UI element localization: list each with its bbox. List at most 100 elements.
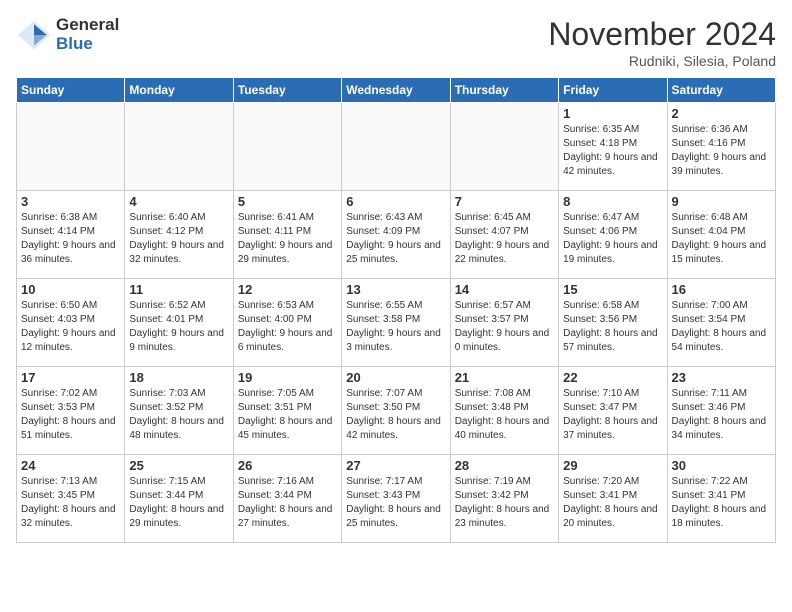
day-cell: 6 Sunrise: 6:43 AMSunset: 4:09 PMDaylight… <box>342 191 450 279</box>
header-thursday: Thursday <box>450 78 558 103</box>
day-info: Sunrise: 7:02 AMSunset: 3:53 PMDaylight:… <box>21 387 120 443</box>
logo-blue-text: Blue <box>56 35 119 54</box>
day-number: 29 <box>563 458 662 473</box>
day-number: 14 <box>455 282 554 297</box>
logo-text: General Blue <box>56 16 119 53</box>
day-info: Sunrise: 7:10 AMSunset: 3:47 PMDaylight:… <box>563 387 662 443</box>
day-cell: 28 Sunrise: 7:19 AMSunset: 3:42 PMDayligh… <box>450 455 558 543</box>
day-number: 12 <box>238 282 337 297</box>
day-info: Sunrise: 6:36 AMSunset: 4:16 PMDaylight:… <box>672 123 771 179</box>
day-info: Sunrise: 7:16 AMSunset: 3:44 PMDaylight:… <box>238 475 337 531</box>
day-cell: 9 Sunrise: 6:48 AMSunset: 4:04 PMDaylight… <box>667 191 775 279</box>
day-cell: 21 Sunrise: 7:08 AMSunset: 3:48 PMDayligh… <box>450 367 558 455</box>
day-cell: 5 Sunrise: 6:41 AMSunset: 4:11 PMDaylight… <box>233 191 341 279</box>
day-info: Sunrise: 6:43 AMSunset: 4:09 PMDaylight:… <box>346 211 445 267</box>
day-info: Sunrise: 7:20 AMSunset: 3:41 PMDaylight:… <box>563 475 662 531</box>
header-row: SundayMondayTuesdayWednesdayThursdayFrid… <box>17 78 776 103</box>
day-number: 22 <box>563 370 662 385</box>
header-friday: Friday <box>559 78 667 103</box>
week-row-5: 24 Sunrise: 7:13 AMSunset: 3:45 PMDayligh… <box>17 455 776 543</box>
day-number: 4 <box>129 194 228 209</box>
day-number: 23 <box>672 370 771 385</box>
day-cell <box>450 103 558 191</box>
day-number: 16 <box>672 282 771 297</box>
day-info: Sunrise: 6:48 AMSunset: 4:04 PMDaylight:… <box>672 211 771 267</box>
week-row-3: 10 Sunrise: 6:50 AMSunset: 4:03 PMDayligh… <box>17 279 776 367</box>
day-info: Sunrise: 7:15 AMSunset: 3:44 PMDaylight:… <box>129 475 228 531</box>
week-row-2: 3 Sunrise: 6:38 AMSunset: 4:14 PMDaylight… <box>17 191 776 279</box>
day-info: Sunrise: 6:41 AMSunset: 4:11 PMDaylight:… <box>238 211 337 267</box>
header-monday: Monday <box>125 78 233 103</box>
day-cell: 22 Sunrise: 7:10 AMSunset: 3:47 PMDayligh… <box>559 367 667 455</box>
day-cell <box>342 103 450 191</box>
logo-icon <box>16 17 52 53</box>
day-cell: 15 Sunrise: 6:58 AMSunset: 3:56 PMDayligh… <box>559 279 667 367</box>
day-number: 24 <box>21 458 120 473</box>
day-cell: 11 Sunrise: 6:52 AMSunset: 4:01 PMDayligh… <box>125 279 233 367</box>
logo-general-text: General <box>56 16 119 35</box>
day-info: Sunrise: 7:05 AMSunset: 3:51 PMDaylight:… <box>238 387 337 443</box>
day-info: Sunrise: 6:50 AMSunset: 4:03 PMDaylight:… <box>21 299 120 355</box>
day-cell: 14Sunrise: 6:57 AMSunset: 3:57 PMDayligh… <box>450 279 558 367</box>
day-cell: 13 Sunrise: 6:55 AMSunset: 3:58 PMDayligh… <box>342 279 450 367</box>
day-cell <box>233 103 341 191</box>
day-number: 9 <box>672 194 771 209</box>
day-cell: 2 Sunrise: 6:36 AMSunset: 4:16 PMDaylight… <box>667 103 775 191</box>
day-info: Sunrise: 7:17 AMSunset: 3:43 PMDaylight:… <box>346 475 445 531</box>
day-info: Sunrise: 6:38 AMSunset: 4:14 PMDaylight:… <box>21 211 120 267</box>
day-number: 3 <box>21 194 120 209</box>
title-block: November 2024 Rudniki, Silesia, Poland <box>548 16 776 69</box>
day-number: 15 <box>563 282 662 297</box>
day-cell: 29 Sunrise: 7:20 AMSunset: 3:41 PMDayligh… <box>559 455 667 543</box>
day-number: 11 <box>129 282 228 297</box>
day-number: 26 <box>238 458 337 473</box>
day-number: 25 <box>129 458 228 473</box>
day-number: 30 <box>672 458 771 473</box>
day-info: Sunrise: 7:19 AMSunset: 3:42 PMDaylight:… <box>455 475 554 531</box>
day-info: Sunrise: 6:52 AMSunset: 4:01 PMDaylight:… <box>129 299 228 355</box>
day-number: 13 <box>346 282 445 297</box>
logo: General Blue <box>16 16 119 53</box>
day-info: Sunrise: 7:00 AMSunset: 3:54 PMDaylight:… <box>672 299 771 355</box>
page-header: General Blue November 2024 Rudniki, Sile… <box>16 16 776 69</box>
header-sunday: Sunday <box>17 78 125 103</box>
day-cell <box>125 103 233 191</box>
month-title: November 2024 <box>548 16 776 53</box>
day-info: Sunrise: 7:13 AMSunset: 3:45 PMDaylight:… <box>21 475 120 531</box>
day-info: Sunrise: 7:11 AMSunset: 3:46 PMDaylight:… <box>672 387 771 443</box>
day-info: Sunrise: 6:55 AMSunset: 3:58 PMDaylight:… <box>346 299 445 355</box>
day-number: 7 <box>455 194 554 209</box>
day-number: 28 <box>455 458 554 473</box>
day-cell: 27Sunrise: 7:17 AMSunset: 3:43 PMDayligh… <box>342 455 450 543</box>
day-cell: 3 Sunrise: 6:38 AMSunset: 4:14 PMDaylight… <box>17 191 125 279</box>
day-cell: 20 Sunrise: 7:07 AMSunset: 3:50 PMDayligh… <box>342 367 450 455</box>
day-number: 20 <box>346 370 445 385</box>
day-cell <box>17 103 125 191</box>
day-info: Sunrise: 6:47 AMSunset: 4:06 PMDaylight:… <box>563 211 662 267</box>
week-row-1: 1Sunrise: 6:35 AMSunset: 4:18 PMDaylight… <box>17 103 776 191</box>
day-number: 2 <box>672 106 771 121</box>
day-number: 17 <box>21 370 120 385</box>
day-cell: 18 Sunrise: 7:03 AMSunset: 3:52 PMDayligh… <box>125 367 233 455</box>
calendar-table: SundayMondayTuesdayWednesdayThursdayFrid… <box>16 77 776 543</box>
day-cell: 7Sunrise: 6:45 AMSunset: 4:07 PMDaylight… <box>450 191 558 279</box>
location: Rudniki, Silesia, Poland <box>548 53 776 69</box>
day-info: Sunrise: 6:40 AMSunset: 4:12 PMDaylight:… <box>129 211 228 267</box>
day-cell: 4 Sunrise: 6:40 AMSunset: 4:12 PMDaylight… <box>125 191 233 279</box>
day-number: 21 <box>455 370 554 385</box>
day-number: 6 <box>346 194 445 209</box>
day-number: 5 <box>238 194 337 209</box>
day-cell: 23 Sunrise: 7:11 AMSunset: 3:46 PMDayligh… <box>667 367 775 455</box>
day-cell: 1Sunrise: 6:35 AMSunset: 4:18 PMDaylight… <box>559 103 667 191</box>
calendar-header: SundayMondayTuesdayWednesdayThursdayFrid… <box>17 78 776 103</box>
day-info: Sunrise: 7:08 AMSunset: 3:48 PMDaylight:… <box>455 387 554 443</box>
day-cell: 8 Sunrise: 6:47 AMSunset: 4:06 PMDaylight… <box>559 191 667 279</box>
day-cell: 17 Sunrise: 7:02 AMSunset: 3:53 PMDayligh… <box>17 367 125 455</box>
day-number: 10 <box>21 282 120 297</box>
day-info: Sunrise: 6:58 AMSunset: 3:56 PMDaylight:… <box>563 299 662 355</box>
day-info: Sunrise: 7:07 AMSunset: 3:50 PMDaylight:… <box>346 387 445 443</box>
day-number: 18 <box>129 370 228 385</box>
day-info: Sunrise: 7:03 AMSunset: 3:52 PMDaylight:… <box>129 387 228 443</box>
day-number: 8 <box>563 194 662 209</box>
header-saturday: Saturday <box>667 78 775 103</box>
